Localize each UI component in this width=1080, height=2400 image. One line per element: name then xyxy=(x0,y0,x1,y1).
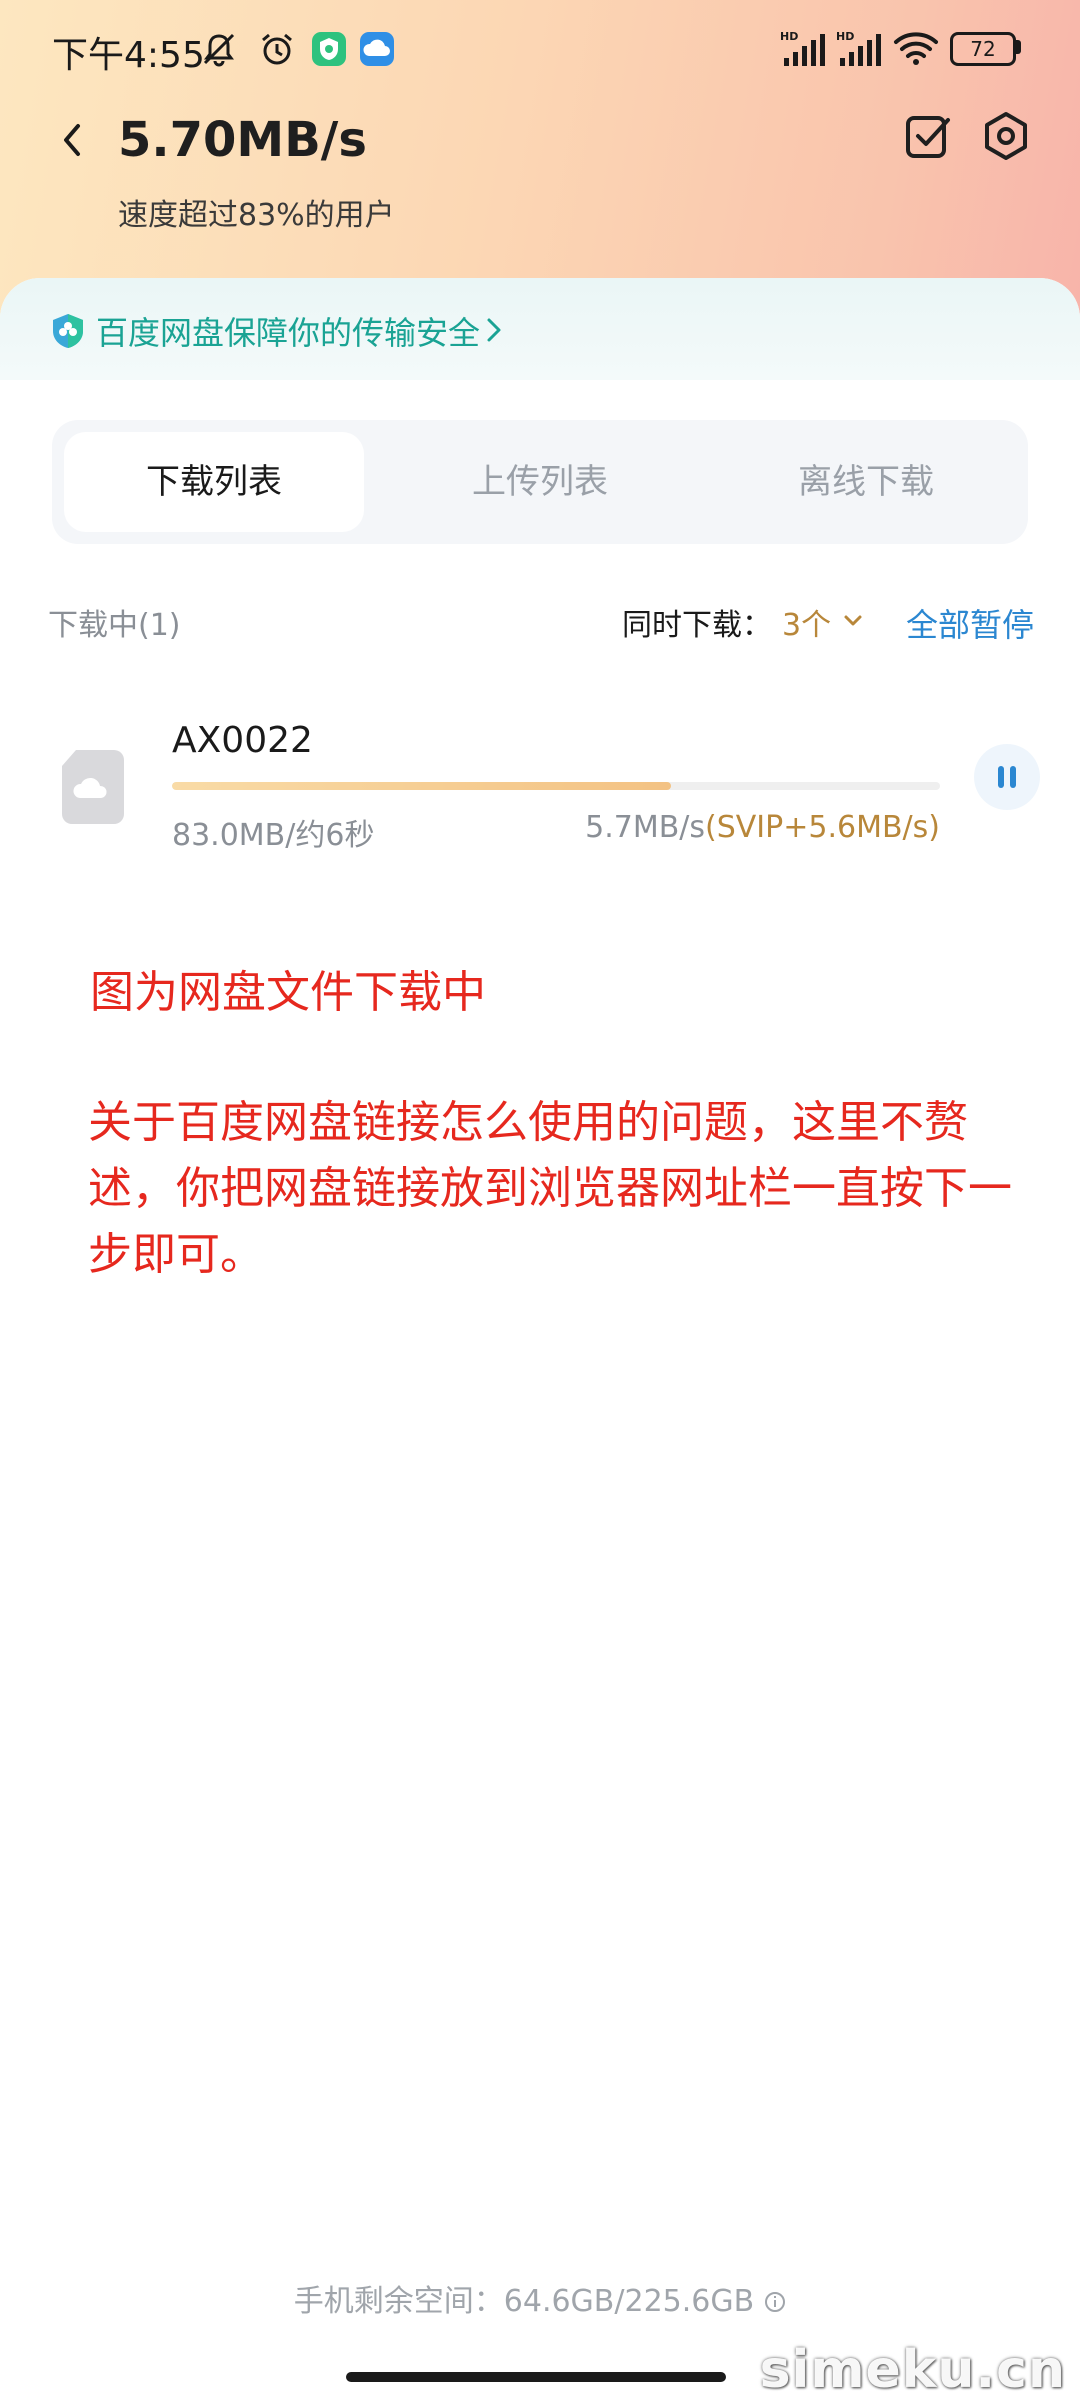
annotation-line-2: 关于百度网盘链接怎么使用的问题，这里不赘述，你把网盘链接放到浏览器网址栏一直按下… xyxy=(88,1097,1012,1280)
svg-text:HD: HD xyxy=(780,30,798,43)
pause-download-button[interactable] xyxy=(974,744,1040,810)
download-speed: 5.7MB/s(SVIP+5.6MB/s) xyxy=(585,810,940,845)
storage-info-text: 手机剩余空间：64.6GB/225.6GB xyxy=(293,2284,755,2319)
pause-all-button[interactable]: 全部暂停 xyxy=(906,600,1034,646)
signal-hd-icon-1: HD xyxy=(780,30,825,66)
speed-subtitle: 速度超过83%的用户 xyxy=(118,198,395,233)
concurrent-download-label: 同时下载： xyxy=(622,608,772,643)
watermark: simeku.cn xyxy=(759,2340,1066,2400)
tab-upload-list[interactable]: 上传列表 xyxy=(390,432,690,532)
signal-hd-icon-2: HD xyxy=(836,30,881,66)
wifi-icon xyxy=(894,32,938,65)
mute-bell-icon xyxy=(203,33,235,67)
chevron-right-icon xyxy=(487,318,501,342)
info-icon[interactable] xyxy=(764,2291,786,2313)
security-banner-text: 百度网盘保障你的传输安全 xyxy=(96,314,481,352)
transfer-tabs: 下载列表 上传列表 离线下载 xyxy=(52,420,1028,544)
multi-select-button[interactable] xyxy=(900,108,956,164)
back-button[interactable] xyxy=(48,110,98,170)
download-progress-text: 83.0MB/约6秒 xyxy=(172,818,375,853)
tab-download-list[interactable]: 下载列表 xyxy=(64,432,364,532)
annotation-line-1: 图为网盘文件下载中 xyxy=(90,967,486,1018)
main-content: 百度网盘保障你的传输安全 下载列表 上传列表 离线下载 下载中(1) 同时下载：… xyxy=(0,278,1080,2400)
storage-info: 手机剩余空间：64.6GB/225.6GB xyxy=(0,2276,1080,2320)
svg-text:HD: HD xyxy=(836,30,854,43)
status-time: 下午4:55 xyxy=(52,35,205,76)
chevron-down-icon[interactable] xyxy=(842,612,864,630)
download-file-name[interactable]: AX0022 xyxy=(172,720,313,761)
concurrent-download-select[interactable]: 3个 xyxy=(782,600,831,644)
home-indicator[interactable] xyxy=(346,2372,726,2382)
download-speed-value: 5.7MB/s xyxy=(585,810,706,845)
battery-indicator: 72 xyxy=(950,32,1016,66)
total-speed: 5.70MB/s xyxy=(118,112,367,168)
cloud-app-icon xyxy=(360,32,394,66)
download-progress-fill xyxy=(172,782,672,790)
security-app-icon xyxy=(312,32,346,66)
status-bar: 下午4:55 HD HD 72 xyxy=(0,0,1080,100)
download-progress-bar xyxy=(172,782,940,790)
cloud-file-icon xyxy=(62,750,124,824)
pause-icon xyxy=(998,766,1016,788)
alarm-icon xyxy=(262,33,292,65)
shield-icon xyxy=(53,314,83,348)
downloading-count-label: 下载中(1) xyxy=(48,608,181,643)
settings-button[interactable] xyxy=(978,108,1034,164)
security-banner[interactable]: 百度网盘保障你的传输安全 xyxy=(0,278,1080,380)
battery-tip xyxy=(1016,40,1021,54)
tab-offline-download[interactable]: 离线下载 xyxy=(716,432,1016,532)
svip-speed-boost: (SVIP+5.6MB/s) xyxy=(705,810,940,845)
